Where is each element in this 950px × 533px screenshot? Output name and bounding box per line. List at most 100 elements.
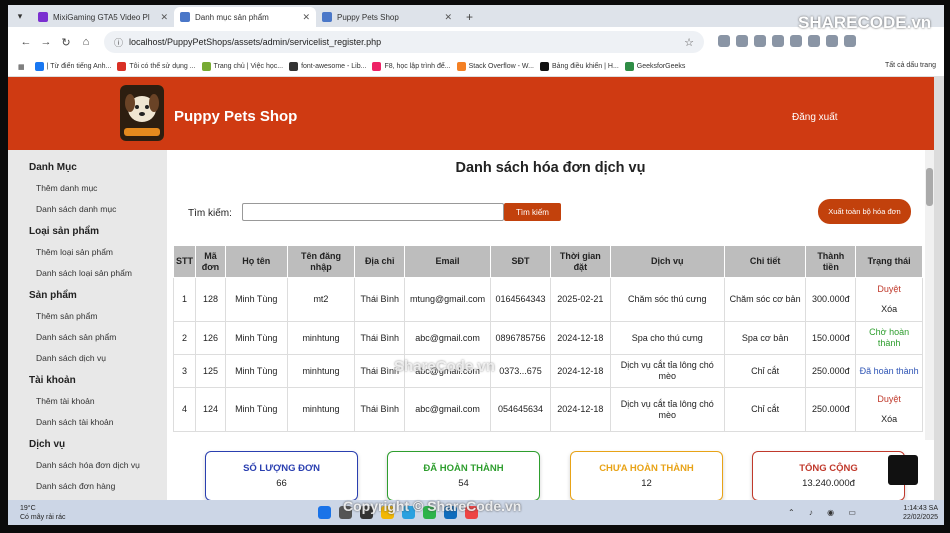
address-bar[interactable]: ⓘ localhost/PuppyPetShops/assets/admin/s… xyxy=(104,31,704,53)
scrollbar-thumb[interactable] xyxy=(926,168,933,206)
sidebar-item[interactable]: Danh sách sản phẩm xyxy=(36,332,116,342)
bookmark-item[interactable]: font-awesome - Lib... xyxy=(289,62,366,71)
bookmark-item[interactable]: Tôi có thể sử dụng ... xyxy=(117,62,196,71)
status-done: Đã hoàn thành xyxy=(859,365,919,376)
search-input[interactable] xyxy=(242,203,504,221)
cell-status: Đã hoàn thành xyxy=(855,354,923,388)
extension-icon[interactable] xyxy=(754,35,766,47)
sidebar-item[interactable]: Danh sách đơn hàng xyxy=(36,481,115,491)
cell-addr: Thái Bình xyxy=(354,321,406,355)
bookmark-item[interactable]: F8, học lập trình để... xyxy=(372,62,451,71)
tab-close-icon[interactable]: ✕ xyxy=(302,12,310,23)
export-all-invoices-button[interactable]: Xuất toàn bộ hóa đơn xyxy=(818,199,911,224)
system-clock[interactable]: 1:14:43 SA 22/02/2025 xyxy=(903,504,938,522)
site-logo[interactable] xyxy=(120,85,164,141)
bookmark-favicon-icon xyxy=(201,62,211,71)
cell-total: 150.000đ xyxy=(805,321,857,355)
tab-favicon-icon xyxy=(322,12,332,22)
extensions-area xyxy=(718,35,856,47)
sidebar-item[interactable]: Danh sách loại sản phẩm xyxy=(36,268,132,278)
browser-window: ▾ MixiGaming GTA5 Video Pl ✕ Danh mục sản … xyxy=(8,5,944,525)
back-arrow-icon[interactable]: ← xyxy=(16,36,36,48)
sidebar-item[interactable]: Danh sách hóa đơn dịch vụ xyxy=(36,460,140,470)
sidebar-item[interactable]: Thêm loại sản phẩm xyxy=(36,247,113,257)
extension-icon[interactable] xyxy=(844,35,856,47)
cell-total: 250.000đ xyxy=(805,387,857,432)
browser-tab[interactable]: Puppy Pets Shop ✕ xyxy=(316,7,458,27)
cell-detail: Chăm sóc cơ bản xyxy=(723,277,807,322)
bookmark-favicon-icon xyxy=(456,62,466,71)
cell-user: minhtung xyxy=(286,321,356,355)
bookmark-star-icon[interactable]: ☆ xyxy=(684,36,694,49)
logout-link[interactable]: Đăng xuất xyxy=(792,112,838,123)
sidebar-item[interactable]: Thêm tài khoản xyxy=(36,396,95,406)
system-tray[interactable]: ⌃ ♪ ◉ ▭ xyxy=(788,508,862,517)
clock-time: 1:14:43 SA xyxy=(903,505,938,512)
column-header: Thời gian đặt xyxy=(549,245,611,278)
cell-ma: 125 xyxy=(195,354,226,388)
bookmark-item[interactable]: | Từ điển tiếng Anh... xyxy=(34,62,111,71)
extension-icon[interactable] xyxy=(718,35,730,47)
sidebar-item[interactable]: Danh sách danh mục xyxy=(36,204,116,214)
cell-time: 2024-12-18 xyxy=(549,387,611,432)
extension-icon[interactable] xyxy=(736,35,748,47)
start-icon[interactable] xyxy=(318,506,331,519)
bookmark-favicon-icon xyxy=(372,62,382,71)
home-icon[interactable]: ⌂ xyxy=(76,36,96,48)
brand-title[interactable]: Puppy Pets Shop xyxy=(174,108,297,125)
cell-service: Chăm sóc thú cưng xyxy=(609,277,725,322)
sidebar-item[interactable]: Danh sách tài khoản xyxy=(36,417,114,427)
sidebar-item[interactable]: Thêm danh mục xyxy=(36,183,97,193)
bookmark-item[interactable]: Trang chủ | Việc học... xyxy=(201,62,283,71)
cell-email: abc@gmail.com xyxy=(404,321,492,355)
url-text[interactable]: localhost/PuppyPetShops/assets/admin/ser… xyxy=(129,37,381,47)
approve-link[interactable]: Duyệt xyxy=(858,284,920,295)
summary-card-value: 54 xyxy=(458,478,469,489)
weather-widget[interactable]: 19°C Có mây rải rác xyxy=(20,504,66,522)
summary-card: SỐ LƯỢNG ĐƠN 66 xyxy=(205,451,358,501)
reload-icon[interactable]: ↻ xyxy=(56,36,76,49)
cell-name: Minh Tùng xyxy=(224,387,288,432)
summary-card-label: TỔNG CỘNG xyxy=(799,463,858,474)
cell-time: 2024-12-18 xyxy=(549,354,611,388)
forward-arrow-icon[interactable]: → xyxy=(36,36,56,48)
delete-link[interactable]: Xóa xyxy=(858,414,920,425)
approve-link[interactable]: Duyệt xyxy=(858,394,920,405)
cell-ma: 126 xyxy=(195,321,226,355)
cell-name: Minh Tùng xyxy=(224,354,288,388)
cell-detail: Spa cơ bản xyxy=(723,321,807,355)
sidebar-item[interactable]: Thêm sản phẩm xyxy=(36,311,97,321)
sharecode-watermark-top: SHARECODE.vn xyxy=(798,13,932,32)
clock-date: 22/02/2025 xyxy=(902,514,938,521)
apps-grid-icon[interactable]: ▦ xyxy=(18,63,25,71)
tab-close-icon[interactable]: ✕ xyxy=(444,12,452,23)
bookmark-item[interactable]: GeeksforGeeks xyxy=(624,62,685,71)
extension-icon[interactable] xyxy=(790,35,802,47)
bookmark-label: Bảng điều khiển | H... xyxy=(551,63,619,70)
delete-link[interactable]: Xóa xyxy=(858,304,920,315)
search-button[interactable]: Tìm kiếm xyxy=(504,203,561,221)
cell-detail: Chỉ cắt xyxy=(723,387,807,432)
column-header: Chi tiết xyxy=(723,245,807,278)
cell-total: 250.000đ xyxy=(805,354,857,388)
extension-icon[interactable] xyxy=(808,35,820,47)
summary-card: TỔNG CỘNG 13.240.000đ xyxy=(752,451,905,501)
extension-icon[interactable] xyxy=(826,35,838,47)
browser-tab[interactable]: Danh mục sản phẩm ✕ xyxy=(174,7,316,27)
bookmark-item[interactable]: Stack Overflow - W... xyxy=(456,62,534,71)
sidebar-item[interactable]: Danh sách dịch vụ xyxy=(36,353,106,363)
tab-close-icon[interactable]: ✕ xyxy=(160,12,168,23)
bookmark-item[interactable]: Bảng điều khiển | H... xyxy=(539,62,619,71)
browser-tab[interactable]: MixiGaming GTA5 Video Pl ✕ xyxy=(32,7,174,27)
cell-total: 300.000đ xyxy=(805,277,857,322)
page-scrollbar[interactable] xyxy=(925,150,934,440)
cell-phone: 054645634 xyxy=(490,387,551,432)
site-info-icon[interactable]: ⓘ xyxy=(114,36,123,49)
bookmark-favicon-icon xyxy=(539,62,549,71)
new-tab-button[interactable]: + xyxy=(458,7,481,27)
tab-favicon-icon xyxy=(180,12,190,22)
cell-name: Minh Tùng xyxy=(224,321,288,355)
all-bookmarks[interactable]: Tất cả dấu trang xyxy=(885,62,936,69)
tab-search-icon[interactable]: ▾ xyxy=(8,5,32,27)
extension-icon[interactable] xyxy=(772,35,784,47)
